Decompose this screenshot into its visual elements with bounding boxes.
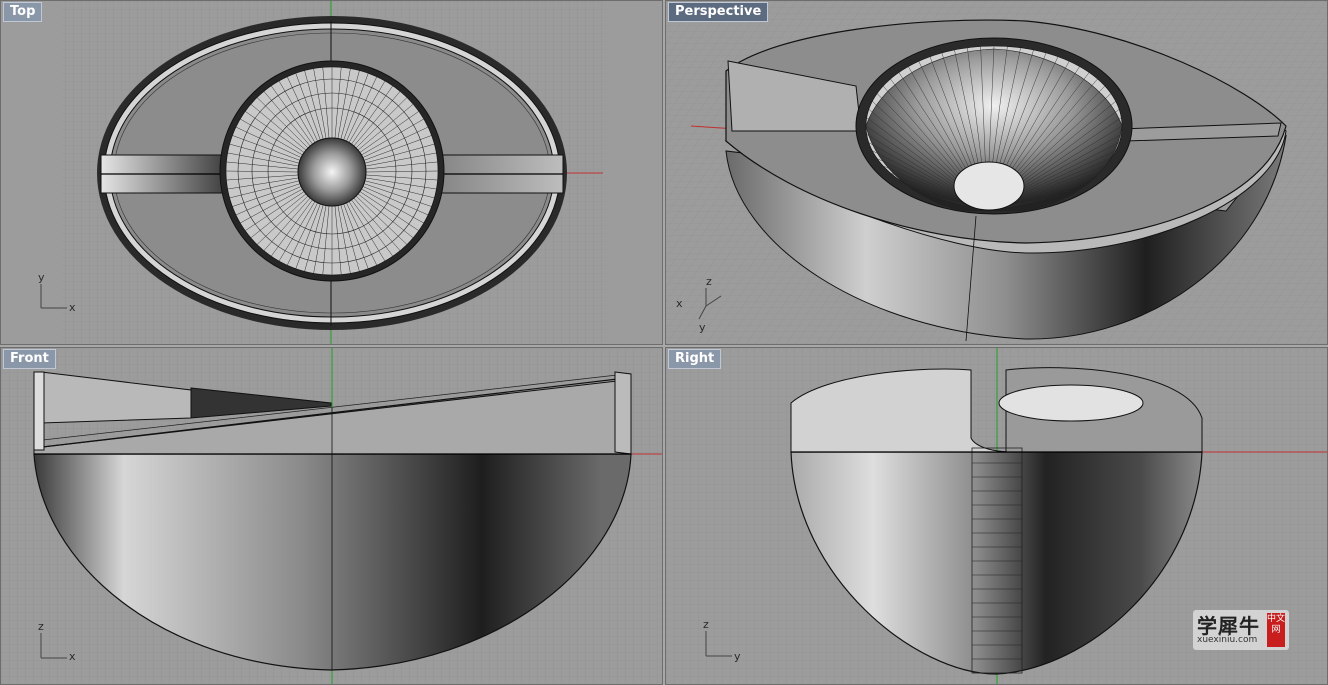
- viewport-right[interactable]: y z Right 学犀牛 xuexiniu.com 中文网: [665, 347, 1328, 685]
- top-axis-y: y: [38, 271, 45, 284]
- viewport-perspective[interactable]: z x y Perspective: [665, 0, 1328, 345]
- front-view-scene: x z: [1, 348, 662, 684]
- perspective-axis-x: x: [676, 297, 683, 310]
- right-axis-y: y: [734, 650, 741, 663]
- right-axis-z: z: [703, 618, 709, 631]
- viewport-label-perspective[interactable]: Perspective: [668, 2, 769, 22]
- watermark-badge: 中文网: [1267, 613, 1285, 647]
- watermark-url: xuexiniu.com: [1197, 635, 1258, 645]
- top-view-scene: x y: [38, 1, 606, 344]
- viewport-top[interactable]: x y Top: [0, 0, 663, 345]
- front-axis-x: x: [69, 650, 76, 663]
- perspective-view-scene: z x y: [666, 1, 1327, 344]
- perspective-axis-z: z: [706, 275, 712, 288]
- perspective-axis-y: y: [699, 321, 706, 334]
- viewport-front[interactable]: x z Front: [0, 347, 663, 685]
- viewport-label-right[interactable]: Right: [668, 349, 722, 369]
- front-axis-z: z: [38, 620, 44, 633]
- top-axis-x: x: [69, 301, 76, 314]
- viewport-label-top[interactable]: Top: [3, 2, 43, 22]
- watermark-logo: 学犀牛 xuexiniu.com 中文网: [1193, 610, 1289, 650]
- viewport-label-front[interactable]: Front: [3, 349, 56, 369]
